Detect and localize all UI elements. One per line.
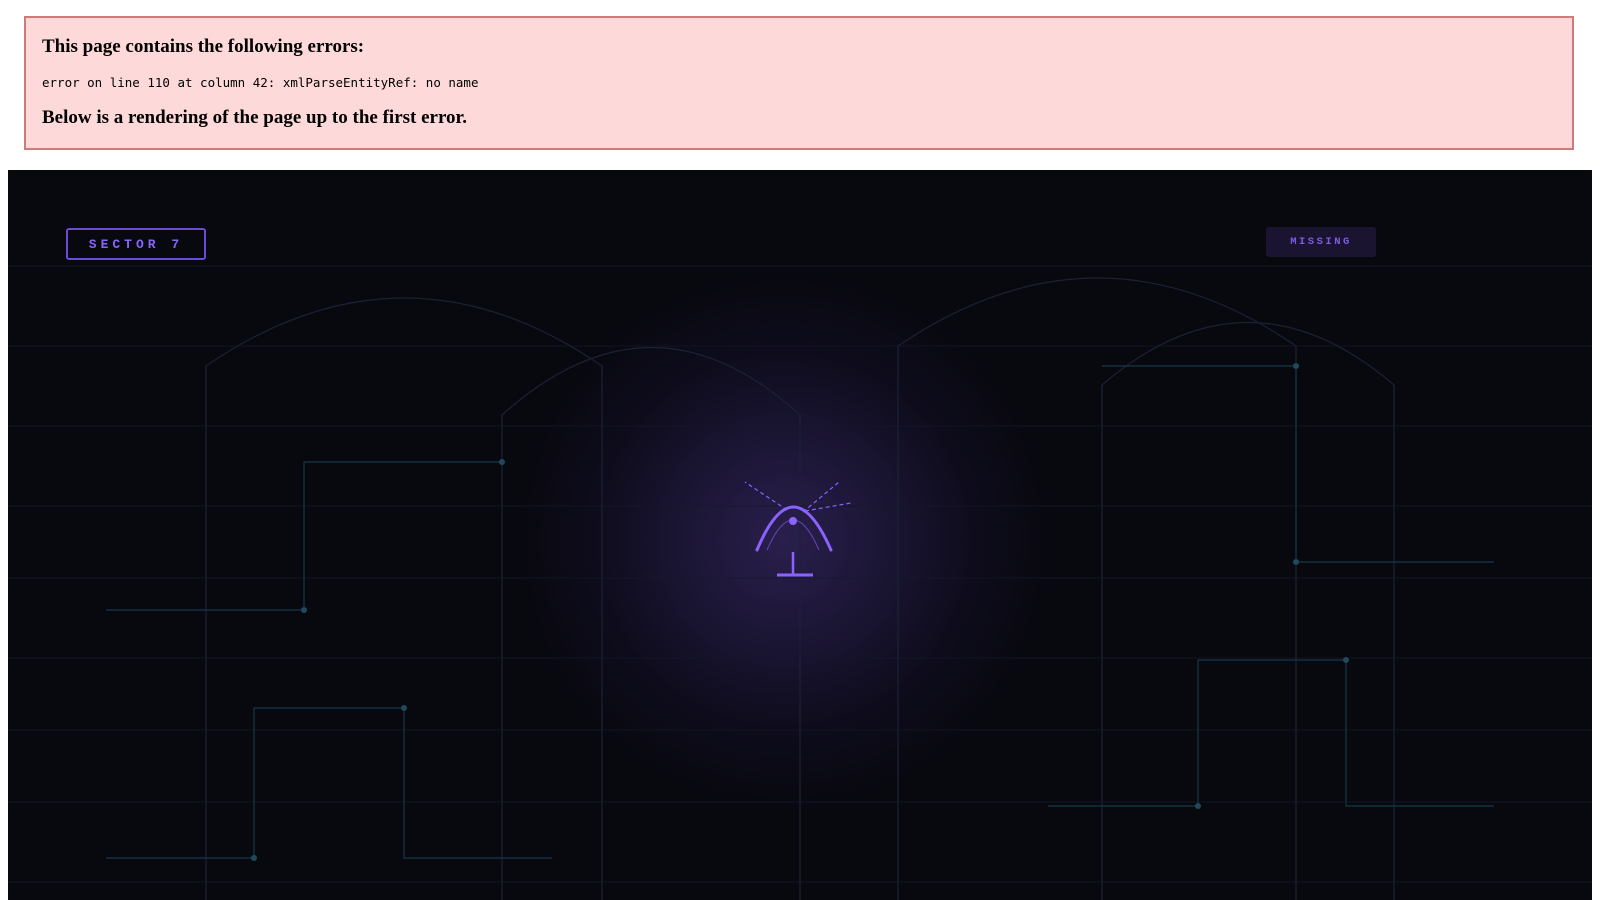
antenna-signal-icon: [744, 481, 852, 577]
status-badge: MISSING: [1266, 227, 1376, 257]
sector-label: SECTOR 7: [66, 228, 206, 260]
error-detail: error on line 110 at column 42: xmlParse…: [42, 75, 479, 90]
error-heading: This page contains the following errors:: [42, 36, 365, 57]
error-footer: Below is a rendering of the page up to t…: [42, 107, 467, 128]
sector-display: SECTOR 7 MISSING: [8, 170, 1592, 900]
xml-error-banner: This page contains the following errors:…: [24, 16, 1574, 150]
